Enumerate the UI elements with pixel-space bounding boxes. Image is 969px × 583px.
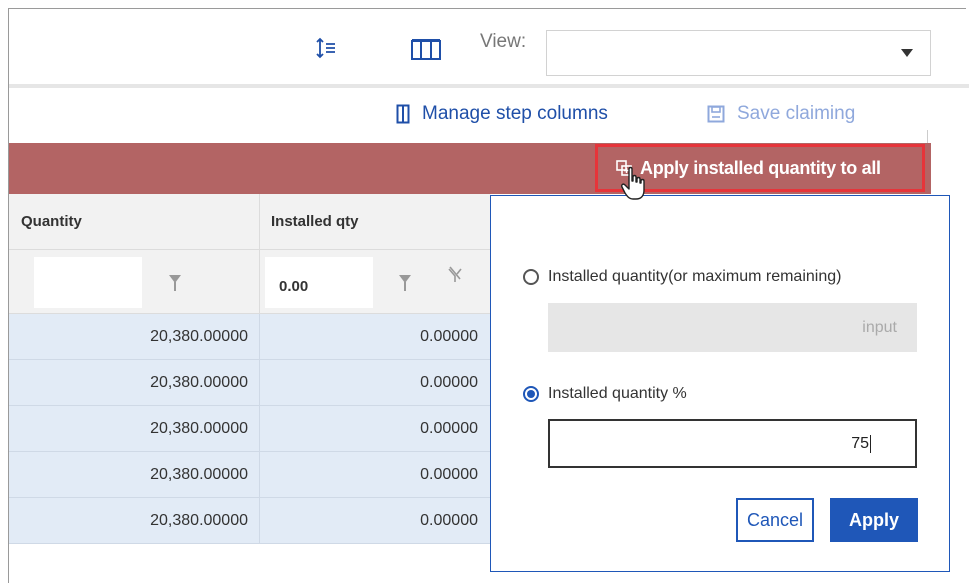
save-claiming-button[interactable]: Save claiming <box>707 103 855 125</box>
cancel-button[interactable]: Cancel <box>736 498 814 542</box>
manage-step-columns-button[interactable]: Manage step columns <box>396 103 608 125</box>
column-divider <box>259 194 260 249</box>
hand-cursor-icon <box>620 166 650 207</box>
apply-button[interactable]: Apply <box>830 498 918 542</box>
radio-installed-quantity-percent[interactable] <box>523 386 539 402</box>
installed-quantity-percent-input[interactable]: 75 <box>548 419 917 468</box>
table-row[interactable]: 20,380.00000 0.00000 <box>9 452 491 498</box>
installed-quantity-input: input <box>548 303 917 352</box>
table-row[interactable]: 20,380.00000 0.00000 <box>9 314 491 360</box>
quantity-cell: 20,380.00000 <box>150 374 248 391</box>
apply-installed-quantity-to-all-label: Apply installed quantity to all <box>640 157 881 178</box>
columns-icon[interactable] <box>411 38 441 65</box>
installed-cell[interactable]: 0.00000 <box>259 314 478 359</box>
data-grid: Quantity Installed qty 0.00 20,380.00000… <box>9 194 491 544</box>
clear-filter-icon[interactable] <box>447 266 463 289</box>
table-row[interactable]: 20,380.00000 0.00000 <box>9 406 491 452</box>
column-header-quantity[interactable]: Quantity <box>9 194 259 249</box>
quantity-cell: 20,380.00000 <box>150 466 248 483</box>
table-row[interactable]: 20,380.00000 0.00000 <box>9 498 491 544</box>
filter-row: 0.00 <box>9 250 491 314</box>
installed-cell[interactable]: 0.00000 <box>259 498 478 543</box>
text-caret <box>870 434 871 453</box>
installed-cell[interactable]: 0.00000 <box>259 452 478 497</box>
manage-step-columns-label: Manage step columns <box>422 103 608 124</box>
grid-header: Quantity Installed qty <box>9 194 491 250</box>
installed-filter-input[interactable]: 0.00 <box>265 257 373 308</box>
filter-icon[interactable] <box>169 275 181 291</box>
installed-cell[interactable]: 0.00000 <box>259 406 478 451</box>
quantity-cell: 20,380.00000 <box>150 328 248 345</box>
radio-installed-quantity-percent-label: Installed quantity % <box>548 385 687 402</box>
quantity-filter-input[interactable] <box>34 257 142 308</box>
filter-icon[interactable] <box>399 275 411 291</box>
view-label: View: <box>480 31 527 52</box>
view-select[interactable] <box>546 30 931 76</box>
table-row[interactable]: 20,380.00000 0.00000 <box>9 360 491 406</box>
installed-cell[interactable]: 0.00000 <box>259 360 478 405</box>
toolbar-divider <box>9 84 969 88</box>
column-header-installed-qty[interactable]: Installed qty <box>259 194 491 249</box>
quantity-cell: 20,380.00000 <box>150 512 248 529</box>
radio-installed-quantity[interactable] <box>523 269 539 285</box>
save-icon <box>707 105 725 123</box>
chevron-down-icon <box>901 49 913 57</box>
column-icon <box>396 104 410 124</box>
percent-value: 75 <box>851 435 869 452</box>
quantity-cell: 20,380.00000 <box>150 420 248 437</box>
save-claiming-label: Save claiming <box>737 103 856 124</box>
column-divider <box>259 250 260 313</box>
grid-body: 20,380.00000 0.00000 20,380.00000 0.0000… <box>9 314 491 544</box>
radio-installed-quantity-label: Installed quantity(or maximum remaining) <box>548 268 842 285</box>
apply-quantity-popup: Installed quantity(or maximum remaining)… <box>490 195 950 572</box>
row-height-icon[interactable] <box>316 37 336 64</box>
